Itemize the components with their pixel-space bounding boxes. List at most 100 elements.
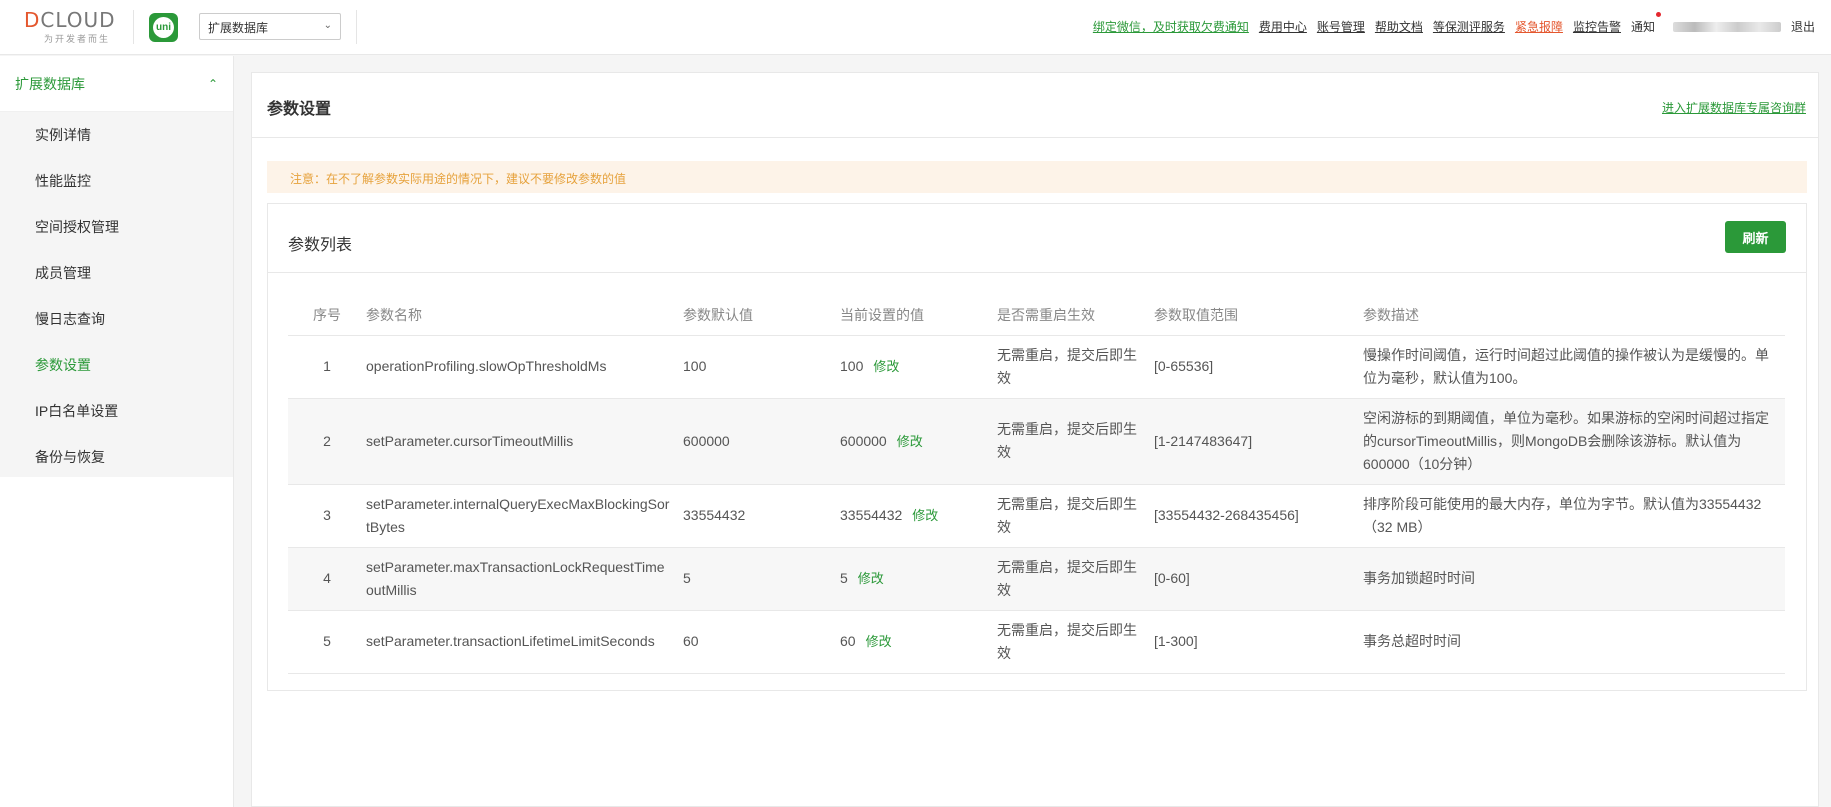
col-header-default: 参数默认值	[683, 296, 840, 336]
refresh-button[interactable]: 刷新	[1725, 221, 1786, 253]
sidebar-item-backup[interactable]: 备份与恢复	[0, 434, 233, 480]
chevron-down-icon: ⌄	[323, 20, 332, 31]
param-restart: 无需重启，提交后即生效	[997, 335, 1154, 399]
col-header-restart: 是否需重启生效	[997, 296, 1154, 336]
param-default: 600000	[683, 398, 840, 485]
card-title: 参数列表	[288, 237, 353, 254]
notification-label: 通知	[1630, 20, 1655, 34]
consult-group-link[interactable]: 进入扩展数据库专属咨询群	[1662, 99, 1806, 116]
uni-app-icon[interactable]: uni	[149, 13, 178, 42]
param-desc: 事务总超时时间	[1363, 610, 1785, 674]
sidebar-item-ip-whitelist[interactable]: IP白名单设置	[0, 388, 233, 434]
top-header: DCLOUD 为开发者而生 uni 扩展数据库 ⌄ 绑定微信，及时获取欠费通知 …	[0, 0, 1831, 55]
edit-link[interactable]: 修改	[912, 508, 938, 523]
product-select[interactable]: 扩展数据库 ⌄	[199, 13, 341, 40]
sidebar-item-performance[interactable]: 性能监控	[0, 158, 233, 204]
sidebar-item-slow-log[interactable]: 慢日志查询	[0, 296, 233, 342]
sidebar-item-parameters[interactable]: 参数设置	[0, 342, 233, 388]
param-current-value: 600000	[840, 432, 887, 449]
sidebar-item-space-auth[interactable]: 空间授权管理	[0, 204, 233, 250]
logo-slogan: 为开发者而生	[44, 34, 111, 44]
uni-badge-text: uni	[153, 17, 174, 38]
param-default: 5	[683, 547, 840, 611]
panel-header: 参数设置 进入扩展数据库专属咨询群	[252, 73, 1818, 138]
param-current: 100 修改	[840, 335, 997, 399]
param-current-value: 100	[840, 358, 864, 374]
table-row: 4 setParameter.maxTransactionLockRequest…	[288, 547, 1785, 611]
chevron-up-icon: ⌃	[207, 76, 218, 91]
param-current-value: 60	[840, 633, 856, 649]
emergency-report-link[interactable]: 紧急报障	[1515, 18, 1563, 35]
table-header-row: 序号 参数名称 参数默认值 当前设置的值 是否需重启生效 参数取值范围 参数描述	[288, 296, 1785, 336]
logo-text: DCLOUD	[24, 8, 116, 32]
page-title: 参数设置	[267, 101, 332, 118]
row-no: 5	[288, 610, 366, 674]
sidebar-item-members[interactable]: 成员管理	[0, 250, 233, 296]
param-range: [1-300]	[1154, 610, 1363, 674]
param-current-value: 5	[840, 570, 848, 586]
edit-link[interactable]: 修改	[873, 359, 899, 374]
product-select-value: 扩展数据库	[208, 21, 269, 35]
row-no: 3	[288, 484, 366, 548]
param-default: 33554432	[683, 484, 840, 548]
param-current: 60 修改	[840, 610, 997, 674]
bind-wechat-link[interactable]: 绑定微信，及时获取欠费通知	[1093, 18, 1249, 35]
monitor-alert-link[interactable]: 监控告警	[1573, 18, 1621, 35]
sidebar-group-extended-db[interactable]: 扩展数据库 ⌃	[0, 56, 233, 112]
notification-dot	[1655, 12, 1661, 17]
param-list-card: 参数列表 刷新 序号 参数名称 参数默认值 当前设置的值 是否需重启生效 参数取…	[267, 203, 1807, 691]
param-range: [0-65536]	[1154, 335, 1363, 399]
param-current: 600000 修改	[840, 398, 997, 485]
param-table: 序号 参数名称 参数默认值 当前设置的值 是否需重启生效 参数取值范围 参数描述…	[288, 296, 1785, 674]
edit-link[interactable]: 修改	[897, 434, 923, 449]
table-row: 3 setParameter.internalQueryExecMaxBlock…	[288, 484, 1785, 548]
row-no: 1	[288, 335, 366, 399]
edit-link[interactable]: 修改	[858, 571, 884, 586]
account-management-link[interactable]: 账号管理	[1317, 18, 1365, 35]
param-range: [33554432-268435456]	[1154, 484, 1363, 548]
col-header-current: 当前设置的值	[840, 296, 997, 336]
param-desc: 空闲游标的到期阈值，单位为毫秒。如果游标的空闲时间超过指定的cursorTime…	[1363, 398, 1785, 485]
table-row: 5 setParameter.transactionLifetimeLimitS…	[288, 610, 1785, 674]
sidebar: 扩展数据库 ⌃ 实例详情 性能监控 空间授权管理 成员管理 慢日志查询 参数设置…	[0, 56, 234, 807]
param-restart: 无需重启，提交后即生效	[997, 484, 1154, 548]
param-range: [1-2147483647]	[1154, 398, 1363, 485]
param-desc: 排序阶段可能使用的最大内存，单位为字节。默认值为33554432（32 MB）	[1363, 484, 1785, 548]
edit-link[interactable]: 修改	[866, 634, 892, 649]
main-panel: 参数设置 进入扩展数据库专属咨询群 注意：在不了解参数实际用途的情况下，建议不要…	[251, 72, 1819, 807]
param-restart: 无需重启，提交后即生效	[997, 547, 1154, 611]
billing-center-link[interactable]: 费用中心	[1259, 18, 1307, 35]
col-header-no: 序号	[288, 296, 366, 336]
security-assessment-link[interactable]: 等保测评服务	[1433, 18, 1505, 35]
param-default: 60	[683, 610, 840, 674]
notification-link[interactable]: 通知	[1630, 12, 1661, 35]
header-divider	[133, 10, 134, 44]
param-restart: 无需重启，提交后即生效	[997, 610, 1154, 674]
col-header-name: 参数名称	[366, 296, 683, 336]
param-desc: 慢操作时间阈值，运行时间超过此阈值的操作被认为是缓慢的。单位为毫秒，默认值为10…	[1363, 335, 1785, 399]
param-current: 33554432 修改	[840, 484, 997, 548]
warning-notice: 注意：在不了解参数实际用途的情况下，建议不要修改参数的值	[267, 161, 1807, 193]
help-docs-link[interactable]: 帮助文档	[1375, 18, 1423, 35]
param-name: operationProfiling.slowOpThresholdMs	[366, 335, 683, 399]
row-no: 2	[288, 398, 366, 485]
logo-text-rest: CLOUD	[40, 8, 116, 32]
table-row: 2 setParameter.cursorTimeoutMillis 60000…	[288, 398, 1785, 485]
param-default: 100	[683, 335, 840, 399]
param-current: 5 修改	[840, 547, 997, 611]
card-header: 参数列表 刷新	[268, 204, 1806, 273]
param-name: setParameter.cursorTimeoutMillis	[366, 398, 683, 485]
header-divider	[356, 10, 357, 44]
user-account-name[interactable]	[1672, 21, 1781, 32]
param-restart: 无需重启，提交后即生效	[997, 398, 1154, 485]
param-desc: 事务加锁超时时间	[1363, 547, 1785, 611]
row-no: 4	[288, 547, 366, 611]
col-header-desc: 参数描述	[1363, 296, 1785, 336]
dcloud-logo[interactable]: DCLOUD 为开发者而生	[24, 8, 124, 46]
table-row: 1 operationProfiling.slowOpThresholdMs 1…	[288, 335, 1785, 399]
param-name: setParameter.internalQueryExecMaxBlockin…	[366, 484, 683, 548]
sidebar-items: 实例详情 性能监控 空间授权管理 成员管理 慢日志查询 参数设置 IP白名单设置…	[0, 112, 233, 477]
logout-link[interactable]: 退出	[1791, 18, 1815, 35]
sidebar-item-instance-details[interactable]: 实例详情	[0, 112, 233, 158]
param-name: setParameter.transactionLifetimeLimitSec…	[366, 610, 683, 674]
